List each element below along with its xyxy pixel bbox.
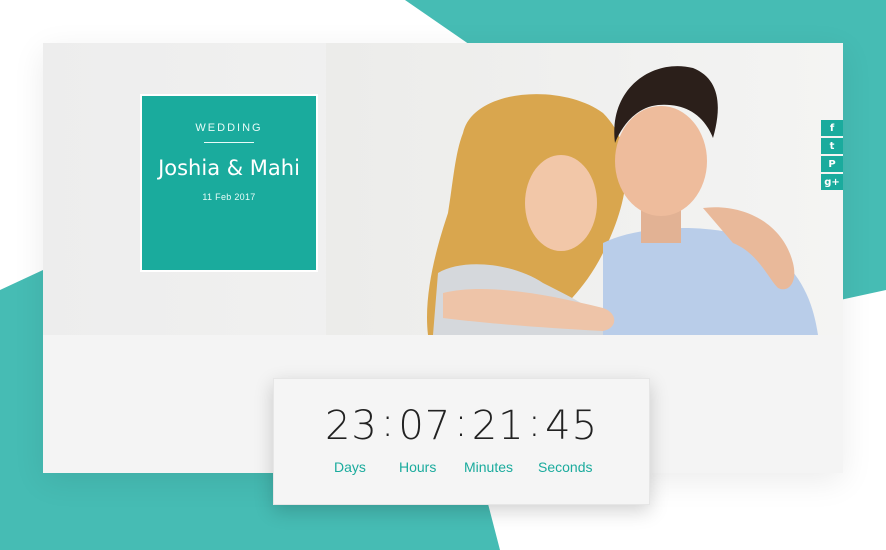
hero-banner: WEDDING Joshia & Mahi 11 Feb 2017 f t P … bbox=[43, 43, 843, 335]
label-seconds: Seconds bbox=[538, 459, 593, 475]
divider bbox=[204, 142, 254, 143]
countdown-timer: 23:07:21:45 Days Hours Minutes Seconds bbox=[273, 378, 650, 505]
couple-names: Joshia & Mahi bbox=[158, 156, 300, 180]
social-bar: f t P g+ bbox=[821, 120, 843, 192]
countdown-separator: : bbox=[380, 400, 396, 446]
label-days: Days bbox=[334, 459, 366, 475]
countdown-separator: : bbox=[527, 400, 543, 446]
event-date: 11 Feb 2017 bbox=[202, 192, 256, 202]
google-plus-icon[interactable]: g+ bbox=[821, 174, 843, 190]
label-hours: Hours bbox=[399, 459, 437, 475]
title-box: WEDDING Joshia & Mahi 11 Feb 2017 bbox=[140, 94, 318, 272]
twitter-icon[interactable]: t bbox=[821, 138, 843, 154]
event-kicker: WEDDING bbox=[195, 122, 263, 134]
countdown-minutes: 21 bbox=[471, 403, 525, 449]
countdown-separator: : bbox=[454, 400, 469, 446]
facebook-icon[interactable]: f bbox=[821, 120, 843, 136]
countdown-hours: 07 bbox=[398, 403, 452, 449]
label-minutes: Minutes bbox=[464, 459, 514, 475]
countdown-days: 23 bbox=[324, 403, 378, 449]
pinterest-icon[interactable]: P bbox=[821, 156, 843, 172]
countdown-values: 23:07:21:45 bbox=[274, 400, 649, 449]
countdown-seconds: 45 bbox=[545, 403, 599, 449]
